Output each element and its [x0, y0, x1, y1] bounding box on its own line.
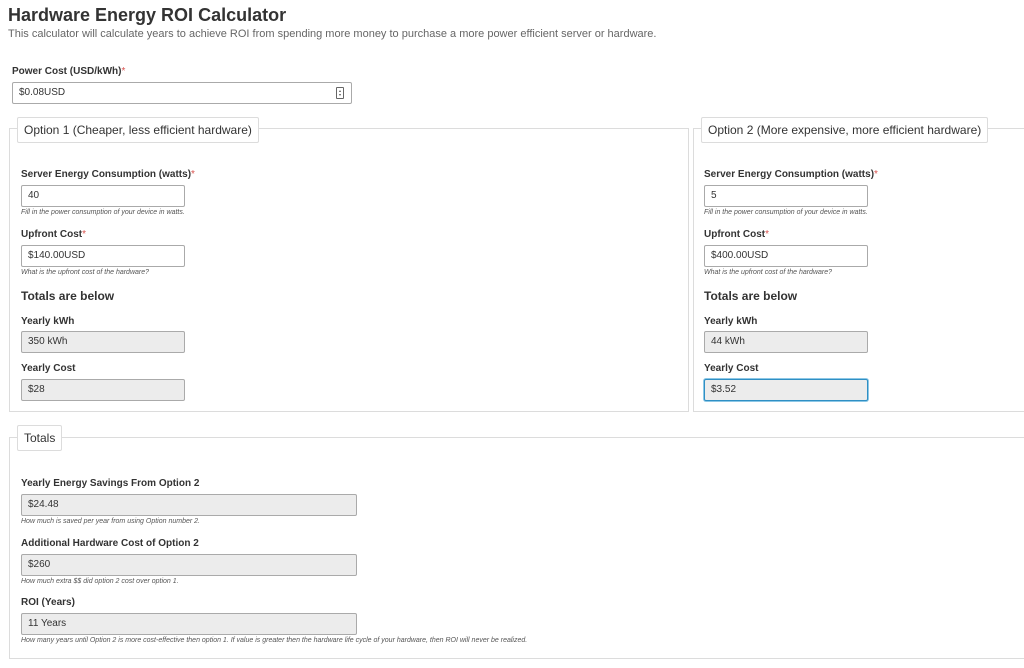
option2-yearly-kwh-output: 44 kWh	[704, 331, 868, 353]
option2-yearly-cost-label: Yearly Cost	[704, 363, 759, 374]
option2-upfront-label: Upfront Cost*	[704, 229, 769, 240]
option1-upfront-label: Upfront Cost*	[21, 229, 86, 240]
savings-help: How much is saved per year from using Op…	[21, 518, 200, 525]
required-mark: *	[82, 229, 87, 240]
option1-yearly-cost-label: Yearly Cost	[21, 363, 76, 374]
roi-help: How many years until Option 2 is more co…	[21, 637, 528, 644]
option1-upfront-label-text: Upfront Cost	[21, 229, 83, 240]
page-subtitle: This calculator will calculate years to …	[8, 28, 657, 40]
power-cost-label-text: Power Cost (USD/kWh)	[12, 66, 122, 77]
option2-yearly-cost-output[interactable]: $3.52	[704, 379, 868, 401]
option1-energy-help: Fill in the power consumption of your de…	[21, 209, 185, 216]
extra-cost-output: $260	[21, 554, 357, 576]
required-mark: *	[121, 66, 126, 77]
savings-output: $24.48	[21, 494, 357, 516]
option1-upfront-help: What is the upfront cost of the hardware…	[21, 269, 150, 276]
option1-legend: Option 1 (Cheaper, less efficient hardwa…	[17, 117, 259, 143]
option1-totals-heading: Totals are below	[21, 289, 115, 303]
option1-energy-input[interactable]: 40	[21, 185, 185, 207]
required-mark: *	[191, 169, 195, 180]
option2-totals-heading: Totals are below	[704, 289, 798, 303]
option2-legend: Option 2 (More expensive, more efficient…	[701, 117, 989, 143]
option1-energy-label-text: Server Energy Consumption (watts)	[21, 169, 192, 180]
extra-cost-help: How much extra $$ did option 2 cost over…	[21, 578, 179, 585]
option2-energy-help: Fill in the power consumption of your de…	[704, 209, 868, 216]
totals-legend: Totals	[17, 425, 63, 451]
power-cost-value: $0.08USD	[19, 87, 66, 98]
option1-upfront-input[interactable]: $140.00USD	[21, 245, 185, 267]
option2-energy-input[interactable]: 5	[704, 185, 868, 207]
option2-upfront-help: What is the upfront cost of the hardware…	[704, 269, 833, 276]
required-mark: *	[874, 169, 878, 180]
page-title: Hardware Energy ROI Calculator	[8, 5, 287, 25]
option2-upfront-label-text: Upfront Cost	[704, 229, 766, 240]
option2-upfront-input[interactable]: $400.00USD	[704, 245, 868, 267]
option2-yearly-kwh-label: Yearly kWh	[704, 316, 758, 327]
savings-label: Yearly Energy Savings From Option 2	[21, 478, 200, 489]
option1-energy-label: Server Energy Consumption (watts)*	[21, 169, 195, 180]
roi-output: 11 Years	[21, 613, 357, 635]
option2-energy-label: Server Energy Consumption (watts)*	[704, 169, 878, 180]
roi-label: ROI (Years)	[21, 597, 75, 608]
extra-cost-label: Additional Hardware Cost of Option 2	[21, 538, 199, 549]
required-mark: *	[765, 229, 770, 240]
number-spinner-icon[interactable]	[336, 87, 344, 99]
power-cost-label: Power Cost (USD/kWh)*	[12, 66, 125, 77]
option1-yearly-cost-output: $28	[21, 379, 185, 401]
option1-yearly-kwh-output: 350 kWh	[21, 331, 185, 353]
power-cost-input[interactable]: $0.08USD	[12, 82, 352, 104]
option2-energy-label-text: Server Energy Consumption (watts)	[704, 169, 875, 180]
option1-yearly-kwh-label: Yearly kWh	[21, 316, 75, 327]
